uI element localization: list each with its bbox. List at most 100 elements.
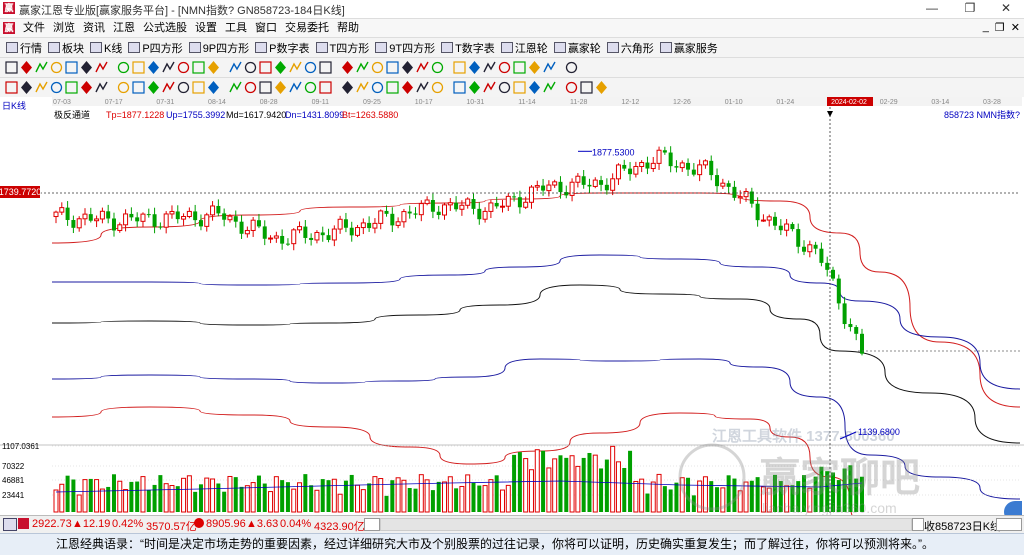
toolbar-T四方形[interactable]: T四方形 [315, 40, 369, 56]
draw-tool-icon-8[interactable] [132, 61, 145, 74]
draw-tool-icon-7[interactable] [117, 61, 130, 74]
period-tools-icons[interactable] [0, 78, 1024, 97]
status-menu-button[interactable] [996, 518, 1022, 531]
mdi-button-2[interactable]: ✕ [1011, 21, 1020, 34]
status-scroll-track[interactable] [380, 518, 912, 531]
kline-chart[interactable]: 07-03 07-17 07-31 08-14 08-28 09-11 09-25 10-17… [0, 97, 1024, 546]
draw-tool-icon-23[interactable] [371, 61, 384, 74]
period-tool-icon-27[interactable] [431, 81, 444, 94]
period-tool-icon-0[interactable] [5, 81, 18, 94]
close-button[interactable]: ✕ [988, 0, 1024, 18]
toolbar-行情[interactable]: 行情 [6, 40, 42, 56]
toolbar-江恩轮[interactable]: 江恩轮 [500, 40, 548, 56]
chart-area[interactable]: 07-03 07-17 07-31 08-14 08-28 09-11 09-25 10-17… [0, 97, 1024, 546]
maximize-button[interactable]: ❐ [952, 0, 988, 18]
toolbar-T数字表[interactable]: T数字表 [441, 40, 495, 56]
toolbar-P四方形[interactable]: P四方形 [128, 40, 183, 56]
period-tool-icon-25[interactable] [402, 81, 413, 94]
draw-tool-icon-29[interactable] [469, 61, 480, 74]
menu-item-9[interactable]: 帮助 [333, 21, 363, 35]
draw-tool-icon-19[interactable] [304, 61, 317, 74]
draw-tool-icon-14[interactable] [229, 61, 242, 73]
draw-tool-icon-28[interactable] [453, 61, 466, 74]
draw-tool-icon-17[interactable] [275, 61, 286, 74]
period-tool-icon-32[interactable] [513, 81, 526, 94]
period-tool-icon-18[interactable] [289, 81, 302, 93]
period-tool-icon-21[interactable] [342, 81, 353, 94]
draw-tool-icon-6[interactable] [95, 61, 108, 73]
period-tool-icon-35[interactable] [565, 81, 578, 94]
period-tool-icon-31[interactable] [498, 81, 511, 94]
draw-tool-icon-3[interactable] [50, 61, 63, 74]
period-tool-icon-36[interactable] [580, 81, 593, 94]
toolbar-赢家服务[interactable]: 赢家服务 [659, 40, 718, 56]
period-tool-icon-34[interactable] [543, 81, 556, 93]
period-tool-icon-7[interactable] [117, 81, 130, 94]
period-tool-icon-33[interactable] [529, 81, 540, 94]
period-tool-icon-4[interactable] [65, 81, 78, 94]
mdi-button-0[interactable]: _ [983, 21, 989, 34]
period-tool-icon-3[interactable] [50, 81, 63, 94]
period-tool-icon-6[interactable] [95, 81, 108, 93]
scroll-left-button[interactable] [364, 518, 380, 531]
draw-tool-icon-2[interactable] [35, 61, 48, 73]
toolbar-P数字表[interactable]: P数字表 [255, 40, 310, 56]
drawing-tools-icons[interactable] [0, 58, 1024, 77]
draw-tool-icon-21[interactable] [342, 61, 353, 74]
draw-tool-icon-22[interactable] [356, 61, 369, 73]
period-tool-icon-16[interactable] [259, 81, 272, 94]
period-tool-icon-30[interactable] [483, 81, 496, 93]
menu-item-0[interactable]: 文件 [19, 21, 49, 35]
draw-tool-icon-4[interactable] [65, 61, 78, 74]
minimize-button[interactable]: — [914, 0, 950, 18]
draw-tool-icon-5[interactable] [81, 61, 92, 74]
draw-tool-icon-18[interactable] [289, 61, 302, 73]
period-tool-icon-12[interactable] [192, 81, 205, 94]
toolbar-板块[interactable]: 板块 [48, 40, 84, 56]
menu-item-4[interactable]: 公式选股 [139, 21, 191, 35]
draw-tool-icon-9[interactable] [148, 61, 159, 74]
period-tool-icon-10[interactable] [162, 81, 175, 93]
draw-tool-icon-16[interactable] [259, 61, 272, 74]
draw-tool-icon-26[interactable] [416, 61, 429, 73]
period-tool-icon-24[interactable] [386, 81, 399, 94]
menu-item-5[interactable]: 设置 [191, 21, 221, 35]
menu-item-3[interactable]: 江恩 [109, 21, 139, 35]
period-tool-icon-28[interactable] [453, 81, 466, 94]
draw-tool-icon-0[interactable] [5, 61, 18, 74]
period-tool-icon-14[interactable] [229, 81, 242, 93]
toolbar-赢家轮[interactable]: 赢家轮 [553, 40, 601, 56]
period-tool-icon-9[interactable] [148, 81, 159, 94]
draw-tool-icon-30[interactable] [483, 61, 496, 73]
draw-tool-icon-32[interactable] [513, 61, 526, 74]
period-tool-icon-1[interactable] [21, 81, 32, 94]
draw-tool-icon-24[interactable] [386, 61, 399, 74]
draw-tool-icon-12[interactable] [192, 61, 205, 74]
draw-tool-icon-35[interactable] [565, 61, 578, 74]
menu-item-1[interactable]: 浏览 [49, 21, 79, 35]
period-tool-icon-19[interactable] [304, 81, 317, 94]
draw-tool-icon-34[interactable] [543, 61, 556, 73]
mdi-button-1[interactable]: ❐ [995, 21, 1005, 34]
draw-tool-icon-27[interactable] [431, 61, 444, 74]
menu-item-8[interactable]: 交易委托 [281, 21, 333, 35]
draw-tool-icon-11[interactable] [177, 61, 190, 74]
period-tool-icon-11[interactable] [177, 81, 190, 94]
draw-tool-icon-1[interactable] [21, 61, 32, 74]
draw-tool-icon-15[interactable] [244, 61, 257, 74]
period-tool-icon-37[interactable] [596, 81, 607, 94]
period-tool-icon-8[interactable] [132, 81, 145, 94]
draw-tool-icon-13[interactable] [208, 61, 219, 74]
menu-item-6[interactable]: 工具 [221, 21, 251, 35]
period-tool-icon-20[interactable] [319, 81, 332, 94]
menu-item-2[interactable]: 资讯 [79, 21, 109, 35]
period-tool-icon-2[interactable] [35, 81, 48, 93]
draw-tool-icon-20[interactable] [319, 61, 332, 74]
period-tool-icon-29[interactable] [469, 81, 480, 94]
toolbar-六角形[interactable]: 六角形 [606, 40, 654, 56]
scroll-right-button[interactable] [912, 518, 924, 531]
status-grid-icon[interactable] [3, 518, 17, 531]
draw-tool-icon-10[interactable] [162, 61, 175, 73]
draw-tool-icon-31[interactable] [498, 61, 511, 74]
period-tool-icon-15[interactable] [244, 81, 257, 94]
